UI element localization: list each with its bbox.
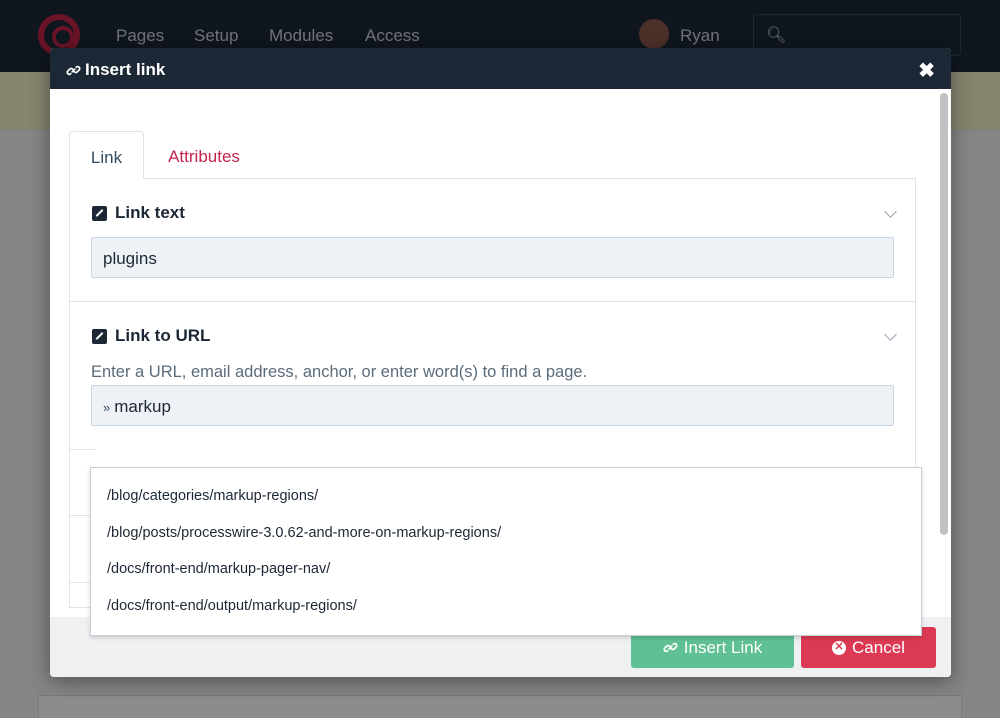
- modal-header: Insert link ✖: [50, 48, 951, 89]
- suggestion-item[interactable]: /docs/front-end/markup-pager-nav/: [107, 561, 330, 577]
- link-url-input[interactable]: » markup: [91, 385, 894, 426]
- link-text-input[interactable]: plugins: [91, 237, 894, 278]
- chevron-double-down-icon: »: [103, 400, 111, 415]
- insert-link-label: Insert Link: [683, 637, 763, 657]
- link-url-header[interactable]: Link to URL: [92, 326, 210, 346]
- link-icon: [663, 642, 678, 653]
- link-icon: [66, 65, 81, 75]
- link-url-value: markup: [114, 397, 171, 416]
- chevron-down-icon[interactable]: [884, 328, 897, 341]
- chevron-down-icon[interactable]: [884, 205, 897, 218]
- modal-body: Link Attributes Link text plugins Link t…: [50, 89, 951, 636]
- modal-title: Insert link: [66, 60, 165, 80]
- tab-link[interactable]: Link: [69, 131, 144, 179]
- link-text-label: Link text: [115, 203, 185, 222]
- modal-title-text: Insert link: [85, 60, 166, 79]
- link-url-help: Enter a URL, email address, anchor, or e…: [91, 363, 588, 381]
- close-icon[interactable]: ✖: [918, 58, 935, 83]
- tab-attributes[interactable]: Attributes: [164, 131, 244, 179]
- field-divider: [70, 449, 95, 450]
- field-divider: [70, 301, 915, 302]
- close-circle-icon: ✕: [832, 640, 847, 655]
- suggestion-item[interactable]: /blog/posts/processwire-3.0.62-and-more-…: [107, 525, 501, 541]
- insert-link-modal: Insert link ✖ Link Attributes Link text …: [50, 48, 951, 677]
- url-suggestions: /blog/categories/markup-regions/ /blog/p…: [90, 467, 922, 636]
- cancel-label: Cancel: [852, 637, 905, 657]
- suggestion-item[interactable]: /blog/categories/markup-regions/: [107, 488, 318, 504]
- link-text-header[interactable]: Link text: [92, 203, 185, 223]
- edit-icon: [92, 328, 107, 344]
- link-url-label: Link to URL: [115, 326, 211, 345]
- scrollbar[interactable]: [940, 93, 948, 535]
- edit-icon: [92, 205, 107, 221]
- suggestion-item[interactable]: /docs/front-end/output/markup-regions/: [107, 598, 357, 614]
